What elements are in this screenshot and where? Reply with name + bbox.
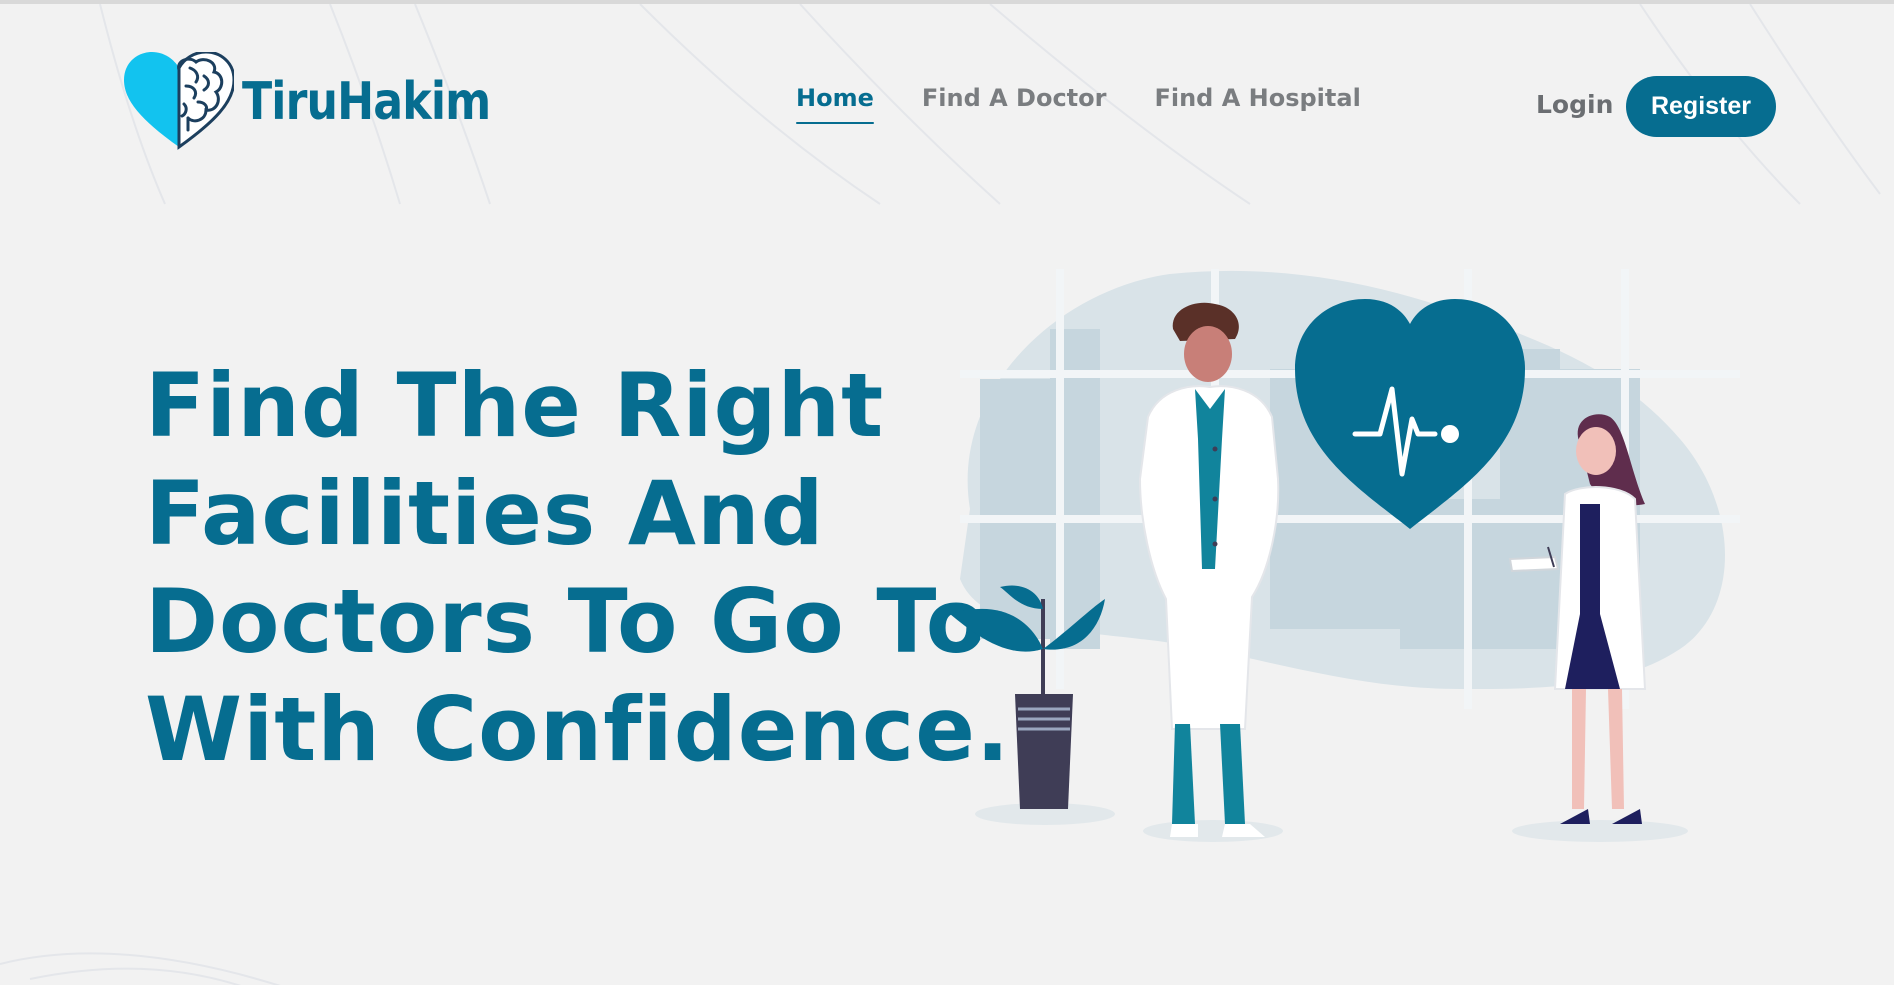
landing-page: TiruHakim Home Find A Doctor Find A Hosp…: [0, 0, 1894, 985]
hero-title: Find The Right Facilities And Doctors To…: [145, 352, 1011, 784]
nav-find-doctor[interactable]: Find A Doctor: [922, 84, 1107, 122]
heart-brain-icon: [124, 52, 234, 150]
hero-title-line: Find The Right: [145, 354, 885, 457]
doctors-heartbeat-illustration: [950, 269, 1740, 842]
hero-title-line: Doctors To Go To: [145, 570, 988, 673]
nav-find-hospital[interactable]: Find A Hospital: [1154, 84, 1360, 122]
brand-name: TiruHakim: [242, 72, 491, 132]
hero-title-line: With Confidence.: [145, 678, 1011, 781]
nav-home[interactable]: Home: [796, 84, 874, 124]
logo[interactable]: TiruHakim: [124, 52, 534, 152]
hero-title-line: Facilities And: [145, 462, 825, 565]
main-nav: Home Find A Doctor Find A Hospital: [796, 84, 1361, 124]
register-button[interactable]: Register: [1626, 76, 1776, 137]
login-link[interactable]: Login: [1536, 90, 1613, 119]
